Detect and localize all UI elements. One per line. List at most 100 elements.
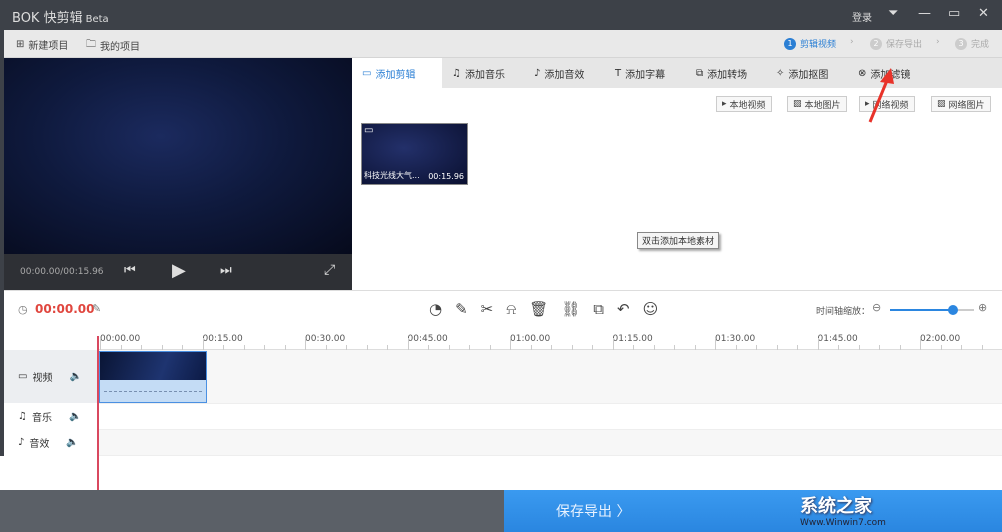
export-label: 保存导出 〉 xyxy=(556,504,631,520)
button-label: 网络图片 xyxy=(948,100,985,111)
media-duration: 00:15.96 xyxy=(428,172,464,181)
sticker-icon[interactable]: ☺ xyxy=(643,300,659,318)
timeline-toolbar: ◷ 00:00.00 ✎ ◔ ✎ ✂ ⍾ 🗑 ⛓ ⧉ ↶ ☺ 时间轴缩放： ⊖ ⊕ xyxy=(4,290,1002,326)
plus-box-icon: ⊞ xyxy=(16,39,25,50)
tab-add-music[interactable]: ♫ 添加音乐 xyxy=(442,58,515,88)
ruler-tick-label: 00:00.00 xyxy=(100,334,141,344)
ruler-tick-label: 00:45.00 xyxy=(407,334,448,344)
volume-icon[interactable]: 🔈 xyxy=(69,411,81,422)
local-image-button[interactable]: ▨ 本地图片 xyxy=(787,96,847,112)
media-item[interactable]: ▭ 科技光线大气... 00:15.96 xyxy=(361,123,468,185)
tab-add-cutout[interactable]: ✧ 添加抠图 xyxy=(766,58,838,88)
detach-icon[interactable]: ⛓ xyxy=(561,300,580,318)
undo-icon[interactable]: ↶ xyxy=(617,300,630,318)
video-icon: ▭ xyxy=(362,67,372,79)
step-chevron-icon: › xyxy=(850,37,854,47)
tooltip: 双击添加本地素材 xyxy=(637,232,720,249)
my-projects-label: 我的项目 xyxy=(100,42,140,53)
button-label: 本地图片 xyxy=(804,100,841,111)
step-edit: 1 剪辑视频 xyxy=(784,37,836,50)
title-bar: BOK 快剪辑 Beta 登录 ⏷ — ▭ ✕ xyxy=(0,0,1002,30)
tab-add-clip[interactable]: ▭ 添加剪辑 xyxy=(352,58,442,88)
watermark-text: 系统之家 xyxy=(800,496,872,517)
image-icon: ▨ xyxy=(793,99,802,109)
sound-effect-icon: ♪ xyxy=(18,437,25,448)
video-preview xyxy=(4,58,352,254)
step-label: 保存导出 xyxy=(886,40,923,50)
step-done: 3 完成 xyxy=(955,37,989,50)
logo-mark: BOK xyxy=(12,11,40,26)
tab-add-transition[interactable]: ⧉ 添加转场 xyxy=(686,58,757,88)
video-icon: ▭ xyxy=(18,371,28,382)
tab-label: 添加音乐 xyxy=(464,69,505,81)
track-label: 视频 xyxy=(32,373,53,384)
track-label: 音乐 xyxy=(31,413,52,424)
zoom-in-icon[interactable]: ⊕ xyxy=(978,301,987,314)
transition-icon: ⧉ xyxy=(696,67,704,79)
track-video: ▭ 视频 🔈 xyxy=(4,350,97,404)
bell-icon[interactable]: ⍾ xyxy=(506,300,516,318)
track-music: ♫ 音乐 🔈 xyxy=(4,404,97,430)
video-clip[interactable] xyxy=(99,351,207,403)
video-icon: ▭ xyxy=(364,125,374,136)
step-label: 剪辑视频 xyxy=(800,40,837,50)
watermark-url: Www.Winwin7.com xyxy=(800,518,886,528)
ruler-tick-label: 00:15.00 xyxy=(202,334,243,344)
ruler-tick xyxy=(510,338,511,350)
ruler-tick-label: 01:15.00 xyxy=(612,334,653,344)
ruler-tick xyxy=(100,338,101,350)
tab-label: 添加转场 xyxy=(707,69,748,81)
scissors-icon[interactable]: ✂ xyxy=(481,300,494,318)
text-icon: T xyxy=(615,67,622,79)
maximize-icon[interactable]: ▭ xyxy=(948,6,960,21)
save-export-button[interactable]: 保存导出 〉 xyxy=(504,490,1002,532)
timeline-empty xyxy=(0,456,1002,490)
local-video-button[interactable]: ▸ 本地视频 xyxy=(716,96,772,112)
top-toolbar: ⊞ 新建项目 🗀 我的项目 1 剪辑视频 › 2 保存导出 › 3 完成 xyxy=(0,30,1002,58)
zoom-out-icon[interactable]: ⊖ xyxy=(872,301,881,314)
web-image-button[interactable]: ▨ 网络图片 xyxy=(931,96,991,112)
ruler-tick-label: 02:00.00 xyxy=(920,334,961,344)
track-sound-effect: ♪ 音效 🔈 xyxy=(4,430,97,456)
volume-icon[interactable]: 🔈 xyxy=(66,437,78,448)
ruler-tick xyxy=(612,338,614,350)
login-button[interactable]: 登录 xyxy=(852,9,872,24)
ruler-tick-label: 00:30.00 xyxy=(305,334,346,344)
play-icon[interactable]: ▶ xyxy=(172,260,186,281)
tab-label: 添加抠图 xyxy=(788,69,829,81)
new-project-button[interactable]: ⊞ 新建项目 xyxy=(16,37,68,52)
edit-time-icon[interactable]: ✎ xyxy=(92,302,101,315)
ruler-tick xyxy=(817,338,819,350)
music-track-lane xyxy=(97,404,1002,430)
step-export: 2 保存导出 xyxy=(870,37,922,50)
copy-icon[interactable]: ⧉ xyxy=(593,300,604,318)
tab-label: 添加字幕 xyxy=(625,69,666,81)
tab-label: 添加音效 xyxy=(544,69,585,81)
zoom-slider-handle[interactable] xyxy=(948,305,958,315)
step-chevron-icon: › xyxy=(936,37,940,47)
track-label: 音效 xyxy=(29,439,50,450)
red-arrow-annotation xyxy=(868,68,894,123)
my-projects-button[interactable]: 🗀 我的项目 xyxy=(86,37,140,54)
zoom-slider[interactable] xyxy=(890,305,974,315)
trash-icon[interactable]: 🗑 xyxy=(529,300,548,318)
video-track-lane xyxy=(97,350,1002,404)
tab-add-sound-effect[interactable]: ♪ 添加音效 xyxy=(524,58,594,88)
speed-icon[interactable]: ◔ xyxy=(429,300,442,318)
step-number: 3 xyxy=(955,37,967,50)
tab-add-subtitle[interactable]: T 添加字幕 xyxy=(605,58,675,88)
pencil-icon[interactable]: ✎ xyxy=(455,300,468,318)
prev-frame-icon[interactable]: ⏮ xyxy=(124,263,136,278)
sound-effect-icon: ♪ xyxy=(534,67,541,79)
fullscreen-icon[interactable]: ⤢ xyxy=(324,262,335,278)
bottom-bar xyxy=(0,490,504,532)
menu-down-icon[interactable]: ⏷ xyxy=(888,6,898,21)
play-box-icon: ▸ xyxy=(722,99,727,109)
folder-icon: 🗀 xyxy=(86,39,96,50)
close-icon[interactable]: ✕ xyxy=(978,6,989,21)
next-frame-icon[interactable]: ⏭ xyxy=(220,263,232,278)
player-time: 00:00.00/00:15.96 xyxy=(20,267,104,277)
volume-icon[interactable]: 🔈 xyxy=(69,371,81,382)
minimize-icon[interactable]: — xyxy=(918,6,931,21)
ruler-tick-label: 01:30.00 xyxy=(715,334,756,344)
